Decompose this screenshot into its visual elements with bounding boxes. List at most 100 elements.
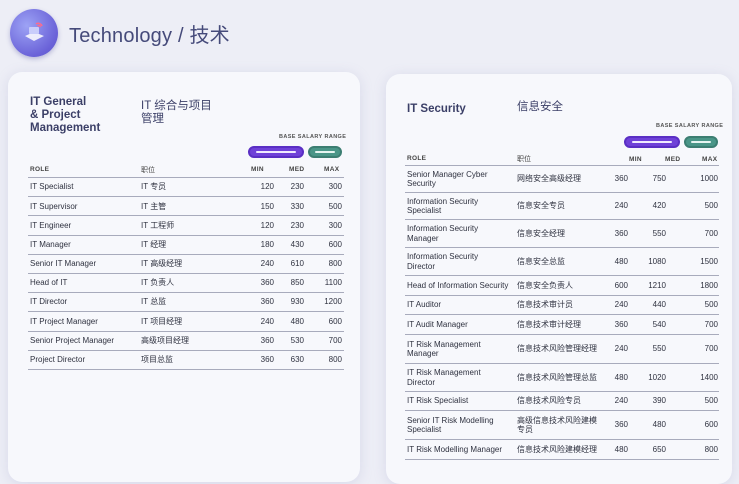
min-cell: 180 — [260, 239, 274, 249]
role-cell: Senior IT Risk Modelling Specialist — [407, 415, 494, 435]
med-cell: 420 — [652, 201, 666, 211]
role-cn-cell: 高级项目经理 — [141, 335, 189, 345]
col-header-max: MAX — [702, 156, 718, 163]
max-cell: 600 — [704, 420, 718, 430]
max-cell: 1400 — [700, 372, 718, 382]
role-cell: Senior Project Manager — [30, 335, 115, 345]
med-cell: 1020 — [648, 372, 666, 382]
min-cell: 240 — [614, 344, 628, 354]
role-cn-cell: 信息安全总监 — [517, 256, 565, 266]
min-cell: 240 — [260, 259, 274, 269]
max-cell: 500 — [704, 396, 718, 406]
role-cn-cell: IT 主管 — [141, 201, 167, 211]
range-indicator-green — [684, 136, 718, 148]
max-cell: 700 — [704, 228, 718, 238]
role-cn-cell: IT 专员 — [141, 182, 167, 192]
section-title-cn: 信息安全 — [517, 101, 563, 113]
col-header-med: MED — [289, 166, 305, 173]
table-row: Information Security Manager 信息安全经理 360 550… — [405, 220, 719, 248]
max-cell: 1100 — [324, 278, 342, 288]
technology-logo-icon — [10, 9, 58, 57]
min-cell: 120 — [260, 182, 274, 192]
min-cell: 240 — [614, 300, 628, 310]
min-cell: 360 — [260, 335, 274, 345]
col-header-role-cn: 职位 — [141, 167, 155, 174]
med-cell: 440 — [652, 300, 666, 310]
role-cell: Head of Information Security — [407, 280, 509, 290]
table-row: IT Auditor 信息技术审计员 240 440 500 — [405, 296, 719, 315]
role-cell: Information Security Specialist — [407, 196, 479, 216]
role-cn-cell: IT 经理 — [141, 239, 167, 249]
role-cell: IT Risk Specialist — [407, 396, 469, 406]
med-cell: 330 — [290, 201, 304, 211]
page-header: Technology / 技术 — [10, 8, 230, 58]
role-cell: IT Manager — [30, 239, 71, 249]
max-cell: 1800 — [700, 280, 718, 290]
role-cell: IT Risk Modelling Manager — [407, 444, 503, 454]
col-header-med: MED — [665, 156, 681, 163]
col-header-role: ROLE — [407, 155, 427, 162]
med-cell: 930 — [290, 297, 304, 307]
min-cell: 480 — [614, 372, 628, 382]
table-row: Senior IT Risk Modelling Specialist 高级信息技… — [405, 411, 719, 440]
role-cn-cell: 信息安全负责人 — [517, 280, 573, 290]
med-cell: 540 — [652, 319, 666, 329]
section-title-en: IT General & Project Management — [30, 96, 101, 134]
max-cell: 800 — [328, 355, 342, 365]
table-row: Head of Information Security 信息安全负责人 600 12… — [405, 276, 719, 296]
table-row: IT Engineer IT 工程师 120 230 300 — [28, 216, 344, 236]
table-row: IT Risk Specialist 信息技术风险专员 240 390 500 — [405, 392, 719, 411]
table-row: Senior Manager Cyber Security 网络安全高级经理 360… — [405, 165, 719, 193]
role-cn-cell: IT 负责人 — [141, 278, 175, 288]
med-cell: 480 — [290, 316, 304, 326]
table-row: IT Supervisor IT 主管 150 330 500 — [28, 197, 344, 217]
med-cell: 750 — [652, 174, 666, 184]
col-header-max: MAX — [324, 166, 340, 173]
max-cell: 800 — [704, 444, 718, 454]
role-cell: IT Specialist — [30, 182, 74, 192]
max-cell: 700 — [704, 344, 718, 354]
table-row: Senior IT Manager IT 高级经理 240 610 800 — [28, 255, 344, 274]
max-cell: 600 — [328, 239, 342, 249]
min-cell: 360 — [614, 228, 628, 238]
page-title: Technology / 技术 — [69, 24, 230, 47]
it-general-card: IT General & Project Management IT 综合与项目… — [8, 72, 360, 482]
section-title-cn: IT 综合与项目 管理 — [141, 100, 212, 125]
role-cn-cell: IT 项目经理 — [141, 316, 183, 326]
role-cell: Senior Manager Cyber Security — [407, 169, 488, 189]
med-cell: 1080 — [648, 256, 666, 266]
salary-table-right: Senior Manager Cyber Security 网络安全高级经理 360… — [405, 165, 719, 460]
salary-table-left: IT Specialist IT 专员 120 230 300 IT Supervisor… — [28, 177, 344, 370]
role-cell: IT Audit Manager — [407, 319, 468, 329]
med-cell: 850 — [290, 278, 304, 288]
role-cn-cell: IT 工程师 — [141, 220, 175, 230]
table-row: Project Director 项目总监 360 630 800 — [28, 351, 344, 370]
med-cell: 630 — [290, 355, 304, 365]
role-cn-cell: IT 总监 — [141, 297, 167, 307]
min-cell: 600 — [614, 280, 628, 290]
table-row: IT Risk Management Director 信息技术风险管理总监 480… — [405, 364, 719, 392]
min-cell: 360 — [260, 297, 274, 307]
max-cell: 500 — [704, 201, 718, 211]
med-cell: 1210 — [648, 280, 666, 290]
table-row: IT Manager IT 经理 180 430 600 — [28, 236, 344, 255]
max-cell: 700 — [328, 335, 342, 345]
col-header-role-cn: 职位 — [517, 156, 531, 163]
col-header-role: ROLE — [30, 166, 50, 173]
min-cell: 150 — [260, 201, 274, 211]
role-cn-cell: 信息技术审计员 — [517, 300, 573, 310]
role-cell: IT Risk Management Manager — [407, 339, 481, 359]
max-cell: 300 — [328, 182, 342, 192]
med-cell: 550 — [652, 228, 666, 238]
role-cn-cell: 信息技术风险专员 — [517, 396, 581, 406]
role-cell: IT Risk Management Director — [407, 368, 481, 387]
role-cell: Senior IT Manager — [30, 259, 97, 269]
range-indicator-green — [308, 146, 342, 158]
role-cell: IT Auditor — [407, 300, 442, 310]
role-cn-cell: 信息技术审计经理 — [517, 319, 581, 329]
role-cn-cell: 项目总监 — [141, 355, 173, 365]
role-cn-cell: 信息安全专员 — [517, 201, 565, 211]
salary-range-label: BASE SALARY RANGE — [656, 123, 724, 129]
range-indicator-purple — [248, 146, 304, 158]
role-cell: IT Director — [30, 297, 68, 307]
